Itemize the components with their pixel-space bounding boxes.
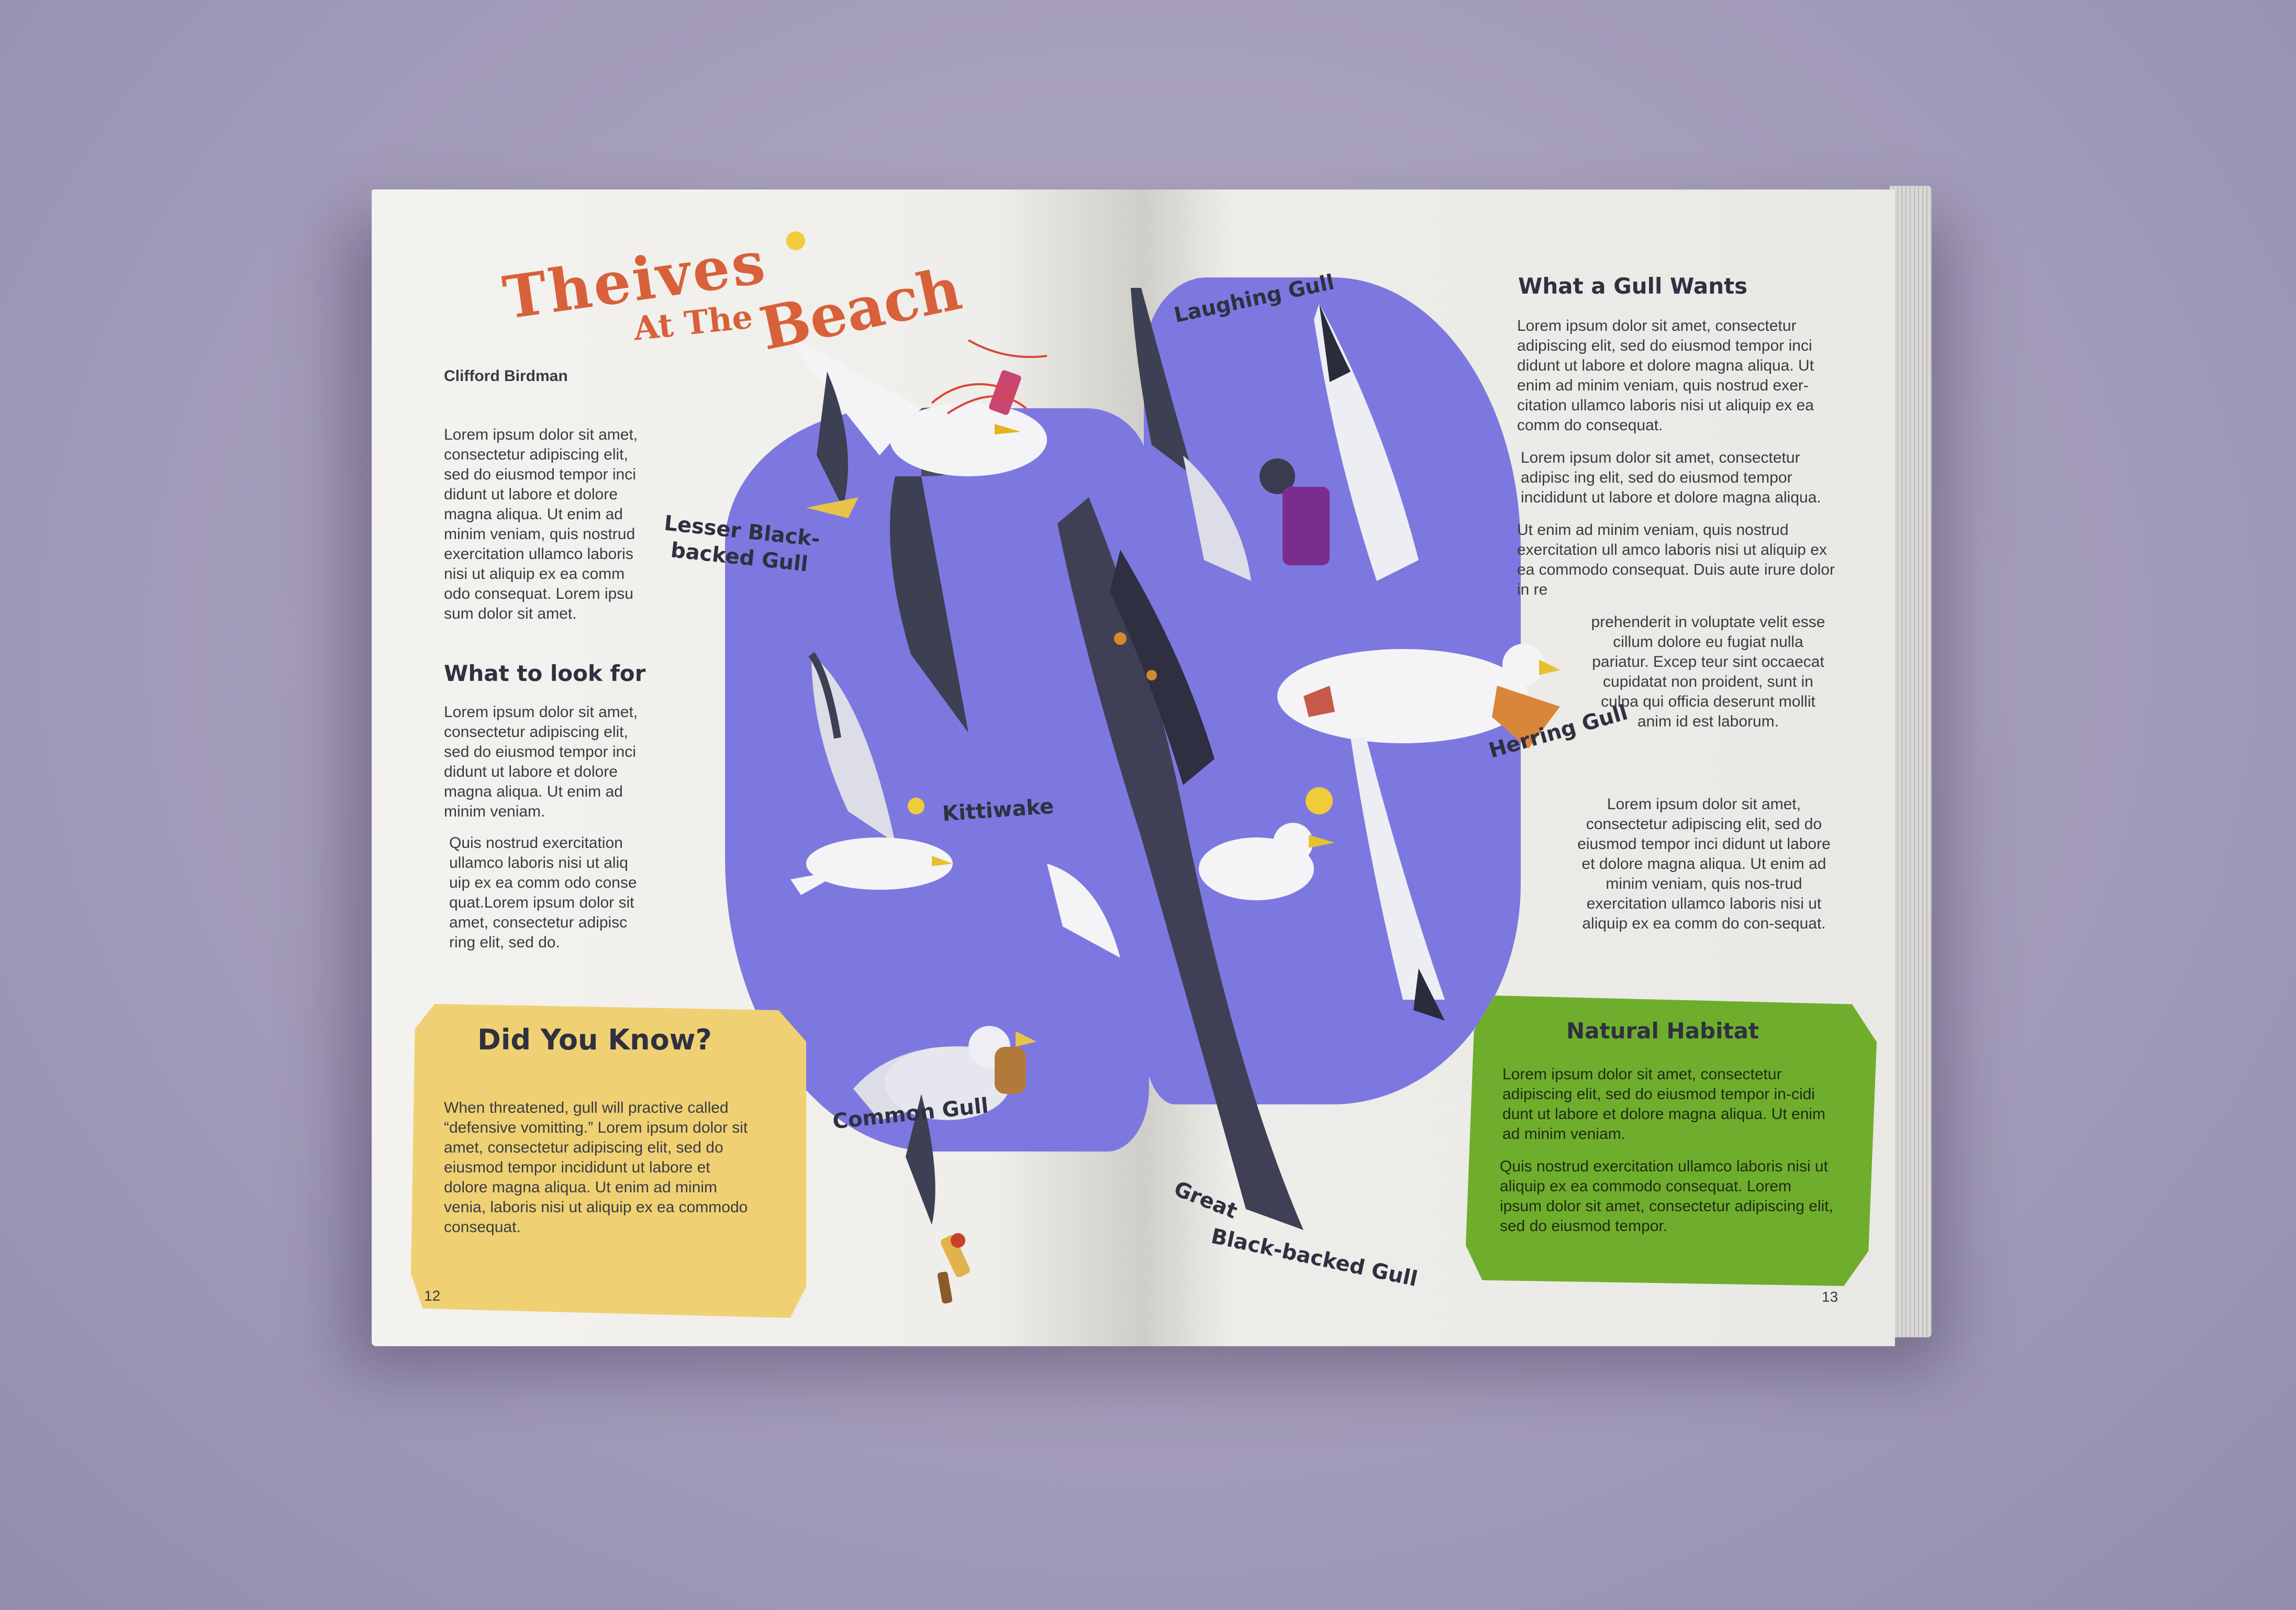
habitat-paragraph-1: Lorem ipsum dolor sit amet, consectetur … [1502, 1066, 1826, 1143]
fork-with-chip-illustration [937, 1233, 970, 1304]
page-edges [1890, 186, 1932, 1337]
look-heading: What to look for [444, 661, 646, 686]
wants-heading: What a Gull Wants [1518, 273, 1748, 299]
wants-paragraph-2: Lorem ipsum dolor sit amet, consectetur … [1521, 449, 1821, 506]
page-number-left: 12 [424, 1288, 441, 1304]
look-paragraph-1: Lorem ipsum dolor sit amet, consectetur … [444, 703, 638, 820]
wants-paragraph-1: Lorem ipsum dolor sit amet, consectetur … [1517, 317, 1814, 434]
habitat-heading: Natural Habitat [1566, 1018, 1759, 1044]
wants-paragraph-5: Lorem ipsum dolor sit amet, consectetur … [1577, 796, 1831, 932]
wants-paragraph-3: Ut enim ad minim veniam, quis nostrud ex… [1517, 521, 1835, 598]
intro-paragraph: Lorem ipsum dolor sit amet, consectetur … [444, 426, 638, 622]
page-number-right: 13 [1822, 1289, 1838, 1305]
gull-illustrations [780, 231, 1560, 1230]
did-you-know-heading: Did You Know? [477, 1023, 712, 1056]
author: Clifford Birdman [444, 367, 568, 385]
habitat-paragraph-2: Quis nostrud exercitation ullamco labori… [1500, 1158, 1833, 1235]
look-paragraph-2: Quis nostrud exercitation ullamco labori… [449, 834, 637, 951]
noodle-strands [931, 339, 1047, 415]
laughing-gull-illustration [1131, 288, 1330, 581]
did-you-know-text: When threatened, gull will practive call… [444, 1099, 748, 1236]
wants-paragraph-4: prehenderit in voluptate velit esse cill… [1591, 613, 1825, 730]
kittiwake-illustration [790, 652, 953, 895]
great-black-backed-gull-illustration [1047, 497, 1335, 1230]
